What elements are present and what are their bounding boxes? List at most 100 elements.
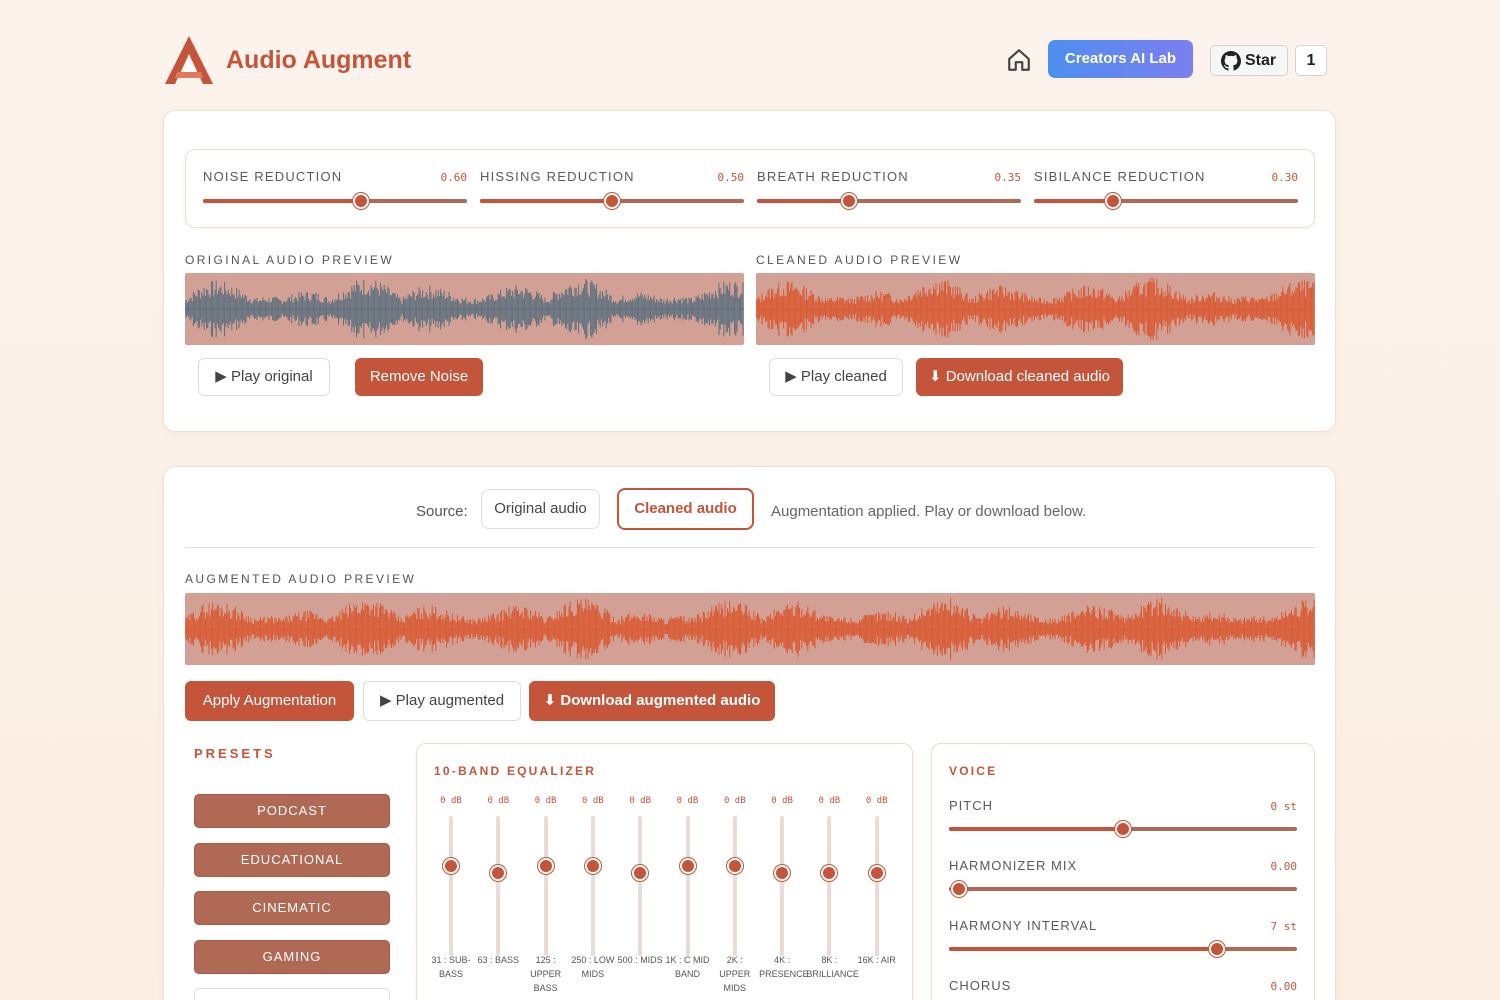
eq-band: 0 dB 63 : BASS <box>478 796 520 996</box>
brand-title: Audio Augment <box>226 46 412 74</box>
preset-podcast-button[interactable]: PODCAST <box>194 794 390 828</box>
slider-thumb[interactable] <box>1105 193 1122 209</box>
control-value: 0.00 <box>1270 980 1298 993</box>
creators-ai-lab-button[interactable]: Creators AI Lab <box>1048 40 1193 78</box>
preset-cinematic-button[interactable]: CINEMATIC <box>194 891 390 925</box>
eq-band-gain: 0 dB <box>629 796 652 806</box>
download-augmented-button[interactable]: ⬇ Download augmented audio <box>529 681 775 721</box>
eq-band-slider[interactable] <box>874 816 879 956</box>
eq-band-thumb[interactable] <box>584 858 601 874</box>
eq-band-label: 500 : MIDS <box>617 955 663 965</box>
harmony-interval-slider[interactable] <box>949 941 1297 957</box>
pitch-slider[interactable] <box>949 821 1297 837</box>
eq-band-slider[interactable] <box>827 816 832 956</box>
pitch-control: PITCH 0 st <box>949 798 1297 848</box>
equalizer-panel: 10-BAND EQUALIZER 0 dB 31 : SUB-BASS 0 dB 6… <box>416 743 913 1000</box>
eq-band: 0 dB 8K : BRILLIANCE <box>806 796 859 996</box>
star-label: Star <box>1245 52 1277 69</box>
eq-band-gain: 0 dB <box>487 796 510 806</box>
eq-band-thumb[interactable] <box>632 865 649 881</box>
eq-band: 0 dB 31 : SUB-BASS <box>431 796 471 996</box>
divider <box>185 547 1315 548</box>
eq-band-gain: 0 dB <box>818 796 841 806</box>
eq-band-thumb[interactable] <box>868 865 885 881</box>
harmony-interval-control: HARMONY INTERVAL 7 st <box>949 918 1297 968</box>
hissing-reduction-slider[interactable] <box>480 193 744 209</box>
remove-noise-button[interactable]: Remove Noise <box>355 358 483 396</box>
breath-reduction-slider[interactable] <box>757 193 1021 209</box>
play-original-button[interactable]: ▶ Play original <box>198 358 330 396</box>
harmonizer-mix-slider[interactable] <box>949 881 1297 897</box>
preset-reset-button[interactable]: RESET <box>194 988 390 1000</box>
play-augmented-button[interactable]: ▶ Play augmented <box>363 681 521 721</box>
eq-band-slider[interactable] <box>543 816 548 956</box>
source-original-button[interactable]: Original audio <box>481 489 600 529</box>
augmentation-status: Augmentation applied. Play or download b… <box>771 503 1087 520</box>
slider-thumb[interactable] <box>1208 941 1225 957</box>
source-cleaned-button[interactable]: Cleaned audio <box>617 488 754 530</box>
preset-gaming-button[interactable]: GAMING <box>194 940 390 974</box>
eq-band-slider[interactable] <box>496 816 501 956</box>
sibilance-reduction-slider[interactable] <box>1034 193 1298 209</box>
eq-band-slider[interactable] <box>638 816 643 956</box>
harmonizer-mix-control: HARMONIZER MIX 0.00 <box>949 858 1297 908</box>
augmented-preview-label: AUGMENTED AUDIO PREVIEW <box>185 572 417 586</box>
eq-band-slider[interactable] <box>590 816 595 956</box>
eq-band-slider[interactable] <box>780 816 785 956</box>
eq-band-gain: 0 dB <box>582 796 604 806</box>
header: Audio Augment Creators AI Lab Star 1 <box>163 34 1335 89</box>
eq-band: 0 dB 125 : UPPER BASS <box>526 796 566 996</box>
control-label: PITCH <box>949 798 993 813</box>
apply-augmentation-button[interactable]: Apply Augmentation <box>185 681 354 721</box>
voice-panel: VOICE PITCH 0 st HARMONIZER MIX 0.00 HAR… <box>931 743 1315 1000</box>
play-cleaned-button[interactable]: ▶ Play cleaned <box>769 358 903 396</box>
control-value: 0.60 <box>440 171 468 184</box>
slider-thumb[interactable] <box>604 193 620 209</box>
eq-band-slider[interactable] <box>449 816 453 956</box>
control-value: 0.30 <box>1271 171 1299 184</box>
preset-educational-button[interactable]: EDUCATIONAL <box>194 843 390 877</box>
download-cleaned-button[interactable]: ⬇ Download cleaned audio <box>916 358 1123 396</box>
original-preview-label: ORIGINAL AUDIO PREVIEW <box>185 253 395 267</box>
eq-band-label: 8K : BRILLIANCE <box>806 955 859 979</box>
slider-thumb[interactable] <box>353 193 370 209</box>
eq-band-thumb[interactable] <box>537 858 554 874</box>
cleaned-waveform[interactable] <box>756 273 1315 345</box>
slider-thumb[interactable] <box>841 193 858 209</box>
eq-band-gain: 0 dB <box>676 796 699 806</box>
original-waveform[interactable] <box>185 273 744 345</box>
chorus-control: CHORUS 0.00 <box>949 978 1297 1000</box>
control-label: HISSING REDUCTION <box>480 169 635 184</box>
voice-title: VOICE <box>949 764 998 778</box>
eq-band-slider[interactable] <box>732 816 737 956</box>
github-star-button[interactable]: Star <box>1210 45 1288 76</box>
control-label: HARMONIZER MIX <box>949 858 1078 873</box>
control-label: CHORUS <box>949 978 1012 993</box>
eq-band: 0 dB 4K : PRESENCE <box>759 796 809 996</box>
control-value: 0.50 <box>717 171 745 184</box>
hissing-reduction-control: HISSING REDUCTION 0.50 <box>480 150 744 229</box>
home-icon[interactable] <box>1006 47 1032 73</box>
control-value: 0 st <box>1270 800 1298 813</box>
augmented-waveform[interactable] <box>185 593 1315 665</box>
breath-reduction-control: BREATH REDUCTION 0.35 <box>757 150 1021 229</box>
eq-band-slider[interactable] <box>685 816 690 956</box>
slider-thumb[interactable] <box>1115 821 1131 837</box>
star-count[interactable]: 1 <box>1295 45 1327 76</box>
eq-band: 0 dB 250 : LOW MIDS <box>571 796 614 996</box>
noise-reduction-slider[interactable] <box>203 193 467 209</box>
eq-band-thumb[interactable] <box>726 858 743 874</box>
eq-band-label: 125 : UPPER BASS <box>530 955 562 993</box>
eq-band-gain: 0 dB <box>771 796 793 806</box>
eq-band-gain: 0 dB <box>723 796 746 806</box>
eq-band-thumb[interactable] <box>490 865 507 881</box>
eq-band-thumb[interactable] <box>821 865 838 881</box>
control-value: 0.35 <box>994 171 1022 184</box>
eq-band: 0 dB 1K : C MID BAND <box>665 796 709 996</box>
control-value: 7 st <box>1270 920 1298 933</box>
eq-band-thumb[interactable] <box>443 858 459 874</box>
sibilance-reduction-control: SIBILANCE REDUCTION 0.30 <box>1034 150 1298 229</box>
eq-band-thumb[interactable] <box>679 858 696 874</box>
eq-band-thumb[interactable] <box>774 865 791 881</box>
slider-thumb[interactable] <box>951 881 968 897</box>
